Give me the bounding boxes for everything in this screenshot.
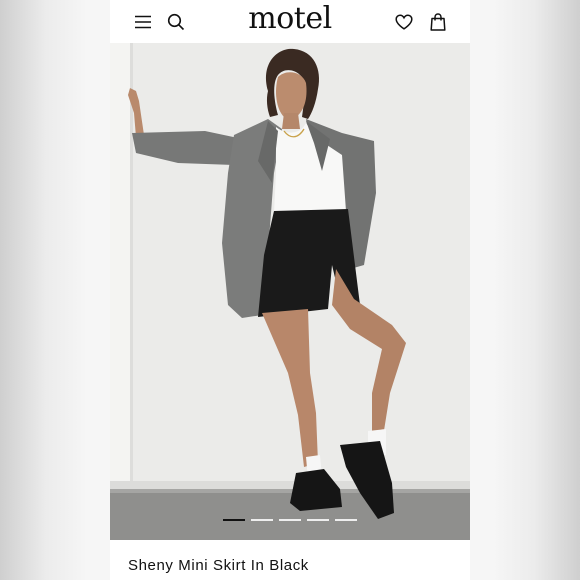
carousel-dot-1[interactable]: [223, 519, 245, 521]
carousel-dot-5[interactable]: [335, 519, 357, 521]
product-page: motel Sheny Mini Skirt In Black: [110, 0, 470, 580]
carousel-dot-2[interactable]: [251, 519, 273, 521]
bag-icon[interactable]: [427, 11, 449, 33]
model-photo: [110, 43, 470, 540]
carousel-dot-3[interactable]: [279, 519, 301, 521]
heart-icon[interactable]: [393, 11, 415, 33]
image-carousel-indicator: [110, 519, 470, 523]
product-image[interactable]: [110, 43, 470, 540]
top-nav: motel: [110, 0, 470, 43]
product-title: Sheny Mini Skirt In Black: [128, 557, 309, 574]
carousel-dot-4[interactable]: [307, 519, 329, 521]
brand-logo[interactable]: motel: [110, 1, 470, 36]
